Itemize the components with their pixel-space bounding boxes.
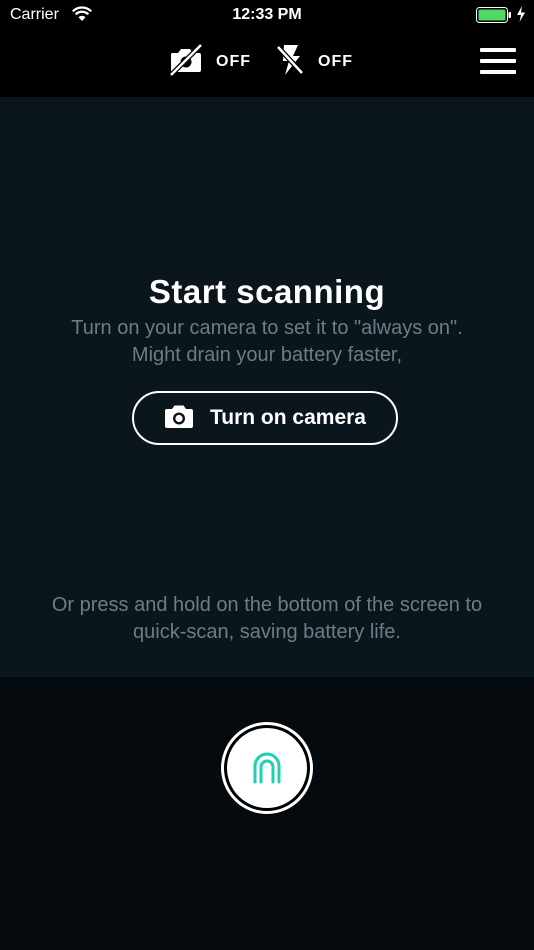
scan-intro-panel: Start scanning Turn on your camera to se… [0, 97, 534, 677]
flash-off-icon [274, 43, 306, 82]
camera-description: Turn on your camera to set it to "always… [71, 317, 463, 366]
clock: 12:33 PM [232, 6, 302, 23]
turn-on-camera-label: Turn on camera [210, 406, 366, 429]
flash-toggle-label: OFF [318, 53, 353, 70]
hamburger-menu-icon[interactable] [480, 48, 516, 78]
top-toolbar: OFF OFF [0, 30, 534, 97]
battery-icon [476, 7, 511, 23]
camera-toggle[interactable]: OFF [168, 42, 251, 82]
quick-scan-hint: Or press and hold on the bottom of the s… [51, 594, 483, 643]
charging-bolt-icon [516, 6, 526, 27]
turn-on-camera-button[interactable]: Turn on camera [132, 391, 398, 445]
camera-icon [164, 403, 194, 434]
flash-toggle[interactable]: OFF [274, 44, 353, 80]
page-title: Start scanning [148, 273, 386, 310]
quick-scan-button[interactable] [221, 722, 313, 814]
quick-scan-area[interactable] [0, 677, 534, 950]
camera-toggle-label: OFF [216, 53, 251, 70]
status-bar: Carrier 12:33 PM [0, 0, 534, 30]
fingerprint-arch-icon [227, 728, 307, 808]
camera-off-icon [168, 42, 204, 82]
